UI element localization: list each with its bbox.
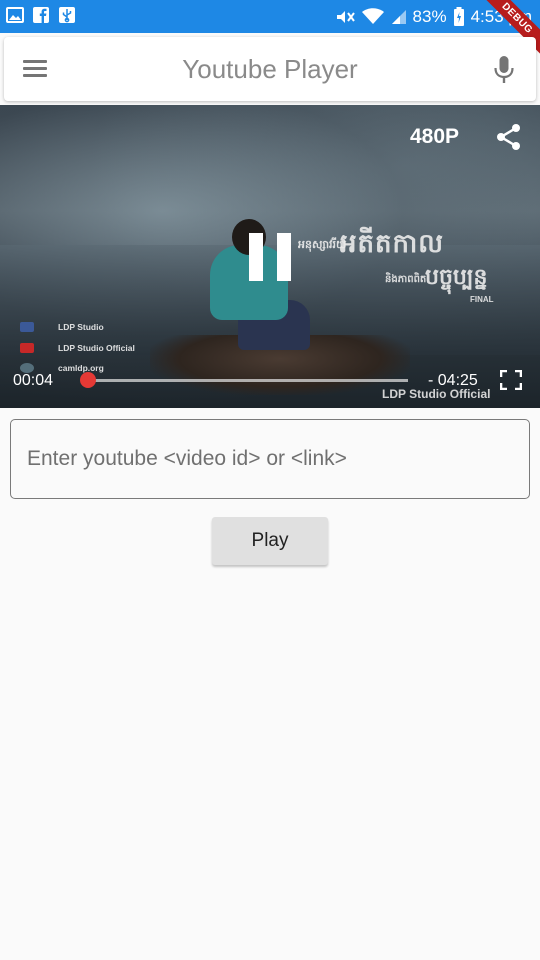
menu-icon[interactable] [23, 57, 49, 81]
play-button[interactable]: Play [212, 517, 328, 565]
battery-percent: 83% [412, 6, 447, 26]
quality-label[interactable]: 480P [410, 125, 459, 149]
status-bar: 83% 4:53 pm DEBUG [0, 0, 540, 57]
thumbnail-title: អតីតកាល [340, 228, 445, 258]
video-player[interactable]: អនុស្សាវរីយ អតីតកាល និងភាពពិត បច្ចុប្បន្… [0, 105, 540, 408]
progress-thumb[interactable] [79, 372, 96, 388]
thumbnail-final-label: FINAL [470, 295, 494, 304]
signal-icon [391, 9, 406, 24]
mic-icon[interactable] [491, 55, 517, 85]
thumbnail-subtitle-prefix: និងភាពពិត [385, 274, 427, 285]
fullscreen-icon[interactable] [500, 370, 522, 390]
mute-icon [336, 10, 355, 23]
youtube-icon [20, 342, 34, 353]
facebook-icon [20, 322, 34, 333]
thumbnail-social-row: LDP Studio [20, 317, 135, 338]
usb-icon [59, 7, 75, 23]
pause-icon[interactable] [249, 233, 291, 281]
remaining-time: - 04:25 [428, 372, 478, 389]
video-id-input[interactable] [10, 419, 530, 499]
thumbnail-social-label: LDP Studio [58, 322, 104, 332]
current-time: 00:04 [13, 372, 54, 389]
share-icon[interactable] [496, 123, 522, 151]
thumbnail-subtitle: បច្ចុប្បន្ន [425, 264, 488, 289]
thumbnail-social-row: LDP Studio Official [20, 338, 135, 359]
battery-icon [453, 6, 464, 26]
thumbnail-social-label: LDP Studio Official [58, 342, 135, 353]
app-bar: Youtube Player [4, 37, 536, 101]
progress-track[interactable] [83, 379, 408, 382]
gallery-icon [6, 7, 24, 23]
facebook-icon [33, 7, 49, 23]
notification-icons [6, 6, 76, 24]
app-title: Youtube Player [182, 54, 358, 84]
wifi-icon [361, 7, 384, 24]
thumbnail-social-list: LDP Studio LDP Studio Official camldp.or… [20, 317, 135, 379]
